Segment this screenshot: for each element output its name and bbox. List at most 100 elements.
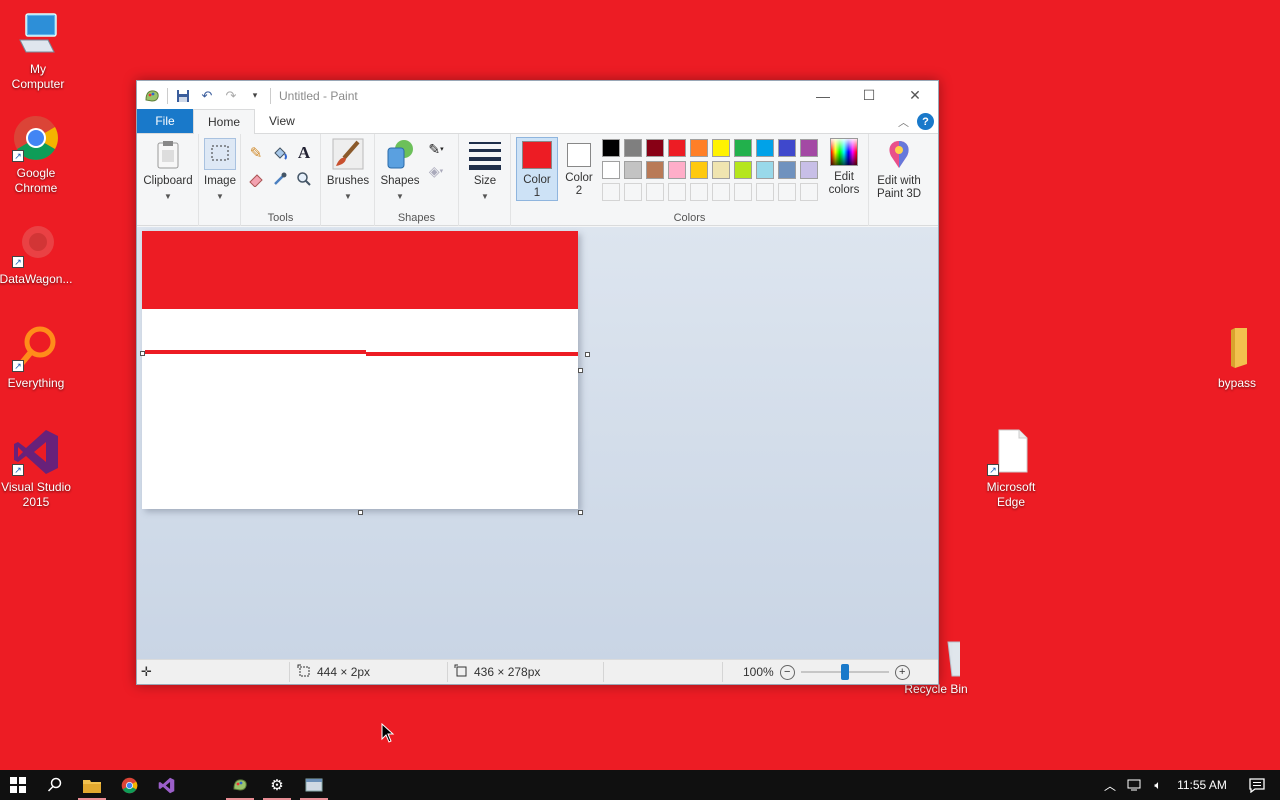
pencil-icon[interactable]: ✎ — [245, 142, 267, 164]
desktop-icon-my-computer[interactable]: My Computer — [0, 10, 76, 92]
clipboard-button[interactable]: Clipboard ▼ — [142, 138, 194, 203]
desktop-icon-datawagon[interactable]: ↗ DataWagon... — [0, 220, 74, 287]
eraser-icon[interactable] — [245, 168, 267, 190]
brushes-button[interactable]: Brushes ▼ — [324, 138, 372, 203]
tab-view[interactable]: View — [255, 109, 309, 133]
tab-file[interactable]: File — [137, 109, 193, 133]
palette-swatch[interactable] — [646, 161, 664, 179]
custom-swatch[interactable] — [690, 183, 708, 201]
desktop-icon-microsoft-edge[interactable]: ↗ Microsoft Edge — [973, 428, 1049, 510]
palette-swatch[interactable] — [778, 139, 796, 157]
palette-swatch[interactable] — [778, 161, 796, 179]
taskbar-settings[interactable]: ⚙ — [259, 770, 295, 800]
volume-icon[interactable]: 🔈︎ — [1146, 778, 1170, 793]
palette-swatch[interactable] — [602, 161, 620, 179]
fill-shape-icon[interactable]: ◈ ▾ — [425, 160, 447, 182]
magnifier-icon[interactable] — [293, 168, 315, 190]
drawing-canvas[interactable] — [142, 231, 578, 509]
resize-handle-bottom[interactable] — [358, 510, 363, 515]
palette-swatch[interactable] — [734, 139, 752, 157]
outline-icon[interactable]: ✎ ▾ — [425, 138, 447, 160]
chevron-down-icon: ▼ — [344, 192, 352, 201]
resize-handle[interactable] — [140, 351, 145, 356]
palette-swatch[interactable] — [646, 139, 664, 157]
redo-icon[interactable]: ↷ — [222, 87, 240, 105]
desktop-icon-everything[interactable]: ↗ Everything — [0, 324, 74, 391]
palette-swatch[interactable] — [712, 161, 730, 179]
image-button[interactable]: Image ▼ — [202, 138, 238, 203]
maximize-button[interactable]: ☐ — [846, 81, 892, 110]
custom-swatch[interactable] — [624, 183, 642, 201]
color1-button[interactable]: Color 1 — [516, 137, 558, 201]
image-group: Image ▼ — [199, 134, 241, 226]
palette-swatch[interactable] — [800, 161, 818, 179]
custom-swatch[interactable] — [756, 183, 774, 201]
undo-icon[interactable]: ↶ — [198, 87, 216, 105]
help-icon[interactable]: ? — [917, 113, 934, 130]
palette-swatch[interactable] — [668, 161, 686, 179]
customize-qat-icon[interactable]: ▾ — [246, 87, 264, 105]
palette-swatch[interactable] — [756, 139, 774, 157]
chevron-down-icon: ▼ — [396, 192, 404, 201]
minimize-ribbon-icon[interactable]: ︿ — [898, 114, 909, 130]
palette-swatch[interactable] — [690, 139, 708, 157]
taskbar-paint[interactable] — [222, 770, 258, 800]
shortcut-arrow-icon: ↗ — [12, 256, 24, 268]
tab-home[interactable]: Home — [193, 109, 256, 134]
custom-swatch[interactable] — [668, 183, 686, 201]
fill-icon[interactable] — [269, 142, 291, 164]
zoom-out-icon[interactable]: − — [779, 664, 795, 680]
edit-colors-button[interactable]: Edit colors — [822, 138, 866, 197]
action-center-icon[interactable] — [1234, 777, 1280, 793]
custom-swatch[interactable] — [778, 183, 796, 201]
shapes-group: Shapes ▼ ✎ ▾ ◈ ▾ Shapes — [375, 134, 459, 226]
desktop-icon-google-chrome[interactable]: ↗ Google Chrome — [0, 114, 74, 196]
size-button[interactable]: Size ▼ — [465, 138, 505, 203]
desktop-icon-visual-studio[interactable]: ↗ Visual Studio 2015 — [0, 428, 74, 510]
color2-button[interactable]: Color 2 — [560, 137, 598, 201]
start-button[interactable] — [0, 770, 36, 800]
network-icon[interactable] — [1122, 778, 1146, 792]
custom-swatch[interactable] — [602, 183, 620, 201]
taskbar-app-window[interactable] — [296, 770, 332, 800]
save-icon[interactable] — [174, 87, 192, 105]
palette-swatch[interactable] — [734, 161, 752, 179]
zoom-slider-thumb[interactable] — [840, 664, 849, 680]
separator — [722, 662, 723, 682]
palette-swatch[interactable] — [712, 139, 730, 157]
clock[interactable]: 11:55 AM — [1170, 778, 1234, 792]
palette-swatch[interactable] — [756, 161, 774, 179]
select-icon — [204, 138, 236, 170]
title-bar[interactable]: ↶ ↷ ▾ Untitled - Paint — ☐ ✕ — [137, 81, 938, 110]
custom-swatch[interactable] — [734, 183, 752, 201]
shapes-button[interactable]: Shapes ▼ — [378, 138, 422, 203]
taskbar-chrome[interactable] — [111, 770, 147, 800]
resize-handle-corner[interactable] — [578, 510, 583, 515]
desktop-icon-bypass[interactable]: bypass — [1199, 324, 1275, 391]
search-icon[interactable] — [37, 770, 73, 800]
visual-studio-icon: ↗ — [12, 428, 60, 476]
paint-app-icon[interactable] — [143, 87, 161, 105]
palette-swatch[interactable] — [668, 139, 686, 157]
resize-handle[interactable] — [585, 352, 590, 357]
custom-swatch[interactable] — [646, 183, 664, 201]
minimize-button[interactable]: — — [800, 81, 846, 110]
chevron-up-icon[interactable]: ︿ — [1098, 777, 1122, 794]
taskbar-file-explorer[interactable] — [74, 770, 110, 800]
custom-swatch[interactable] — [800, 183, 818, 201]
palette-swatch[interactable] — [690, 161, 708, 179]
zoom-in-icon[interactable]: + — [894, 664, 910, 680]
resize-handle-right[interactable] — [578, 368, 583, 373]
palette-swatch[interactable] — [800, 139, 818, 157]
palette-swatch[interactable] — [624, 139, 642, 157]
palette-swatch[interactable] — [624, 161, 642, 179]
close-button[interactable]: ✕ — [892, 81, 938, 110]
taskbar-visual-studio[interactable] — [148, 770, 184, 800]
color-picker-icon[interactable] — [269, 168, 291, 190]
text-icon[interactable]: A — [293, 142, 315, 164]
palette-swatch[interactable] — [602, 139, 620, 157]
selection-size-icon — [297, 664, 311, 681]
zoom-slider[interactable] — [800, 664, 889, 680]
edit-with-paint3d-button[interactable]: Edit with Paint 3D — [871, 138, 927, 201]
custom-swatch[interactable] — [712, 183, 730, 201]
